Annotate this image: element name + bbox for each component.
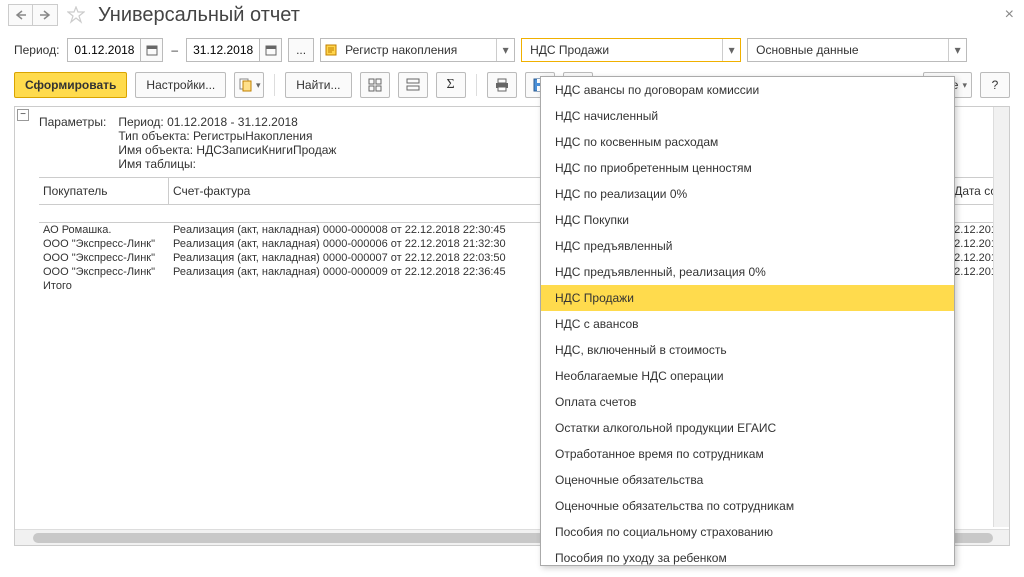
cell-buyer: АО Ромашка. — [39, 223, 169, 237]
object-combo-text: НДС Продажи — [522, 43, 722, 57]
dropdown-item[interactable]: НДС по приобретенным ценностям — [541, 155, 954, 181]
date-from-field[interactable] — [67, 38, 163, 62]
register-combo-drop[interactable]: ▾ — [496, 39, 514, 61]
help-button[interactable]: ? — [980, 72, 1010, 98]
variants-button[interactable]: ▾ — [234, 72, 264, 98]
total-row: Итого — [39, 279, 169, 293]
date-to-field[interactable] — [186, 38, 282, 62]
dropdown-item[interactable]: Оценочные обязательства по сотрудникам — [541, 493, 954, 519]
close-button[interactable]: × — [1005, 6, 1014, 24]
dropdown-item[interactable]: НДС предъявленный, реализация 0% — [541, 259, 954, 285]
expand-icon — [368, 78, 382, 92]
dropdown-item[interactable]: НДС предъявленный — [541, 233, 954, 259]
register-combo-text: Регистр накопления — [341, 43, 496, 57]
params-label: Параметры: — [39, 115, 106, 171]
arrow-left-icon — [15, 10, 27, 20]
object-combo-dropdown: НДС авансы по договорам комиссииНДС начи… — [540, 76, 955, 566]
collapse-groups-button[interactable] — [398, 72, 428, 98]
nav-back-button[interactable] — [8, 4, 33, 26]
collapse-icon — [406, 78, 420, 92]
cell-buyer: ООО "Экспресс-Линк" — [39, 237, 169, 251]
table-combo-drop[interactable]: ▾ — [948, 39, 966, 61]
dropdown-item[interactable]: НДС с авансов — [541, 311, 954, 337]
table-combo-text: Основные данные — [748, 43, 948, 57]
star-icon — [67, 6, 85, 24]
settings-button[interactable]: Настройки... — [135, 72, 226, 98]
dropdown-item[interactable]: Остатки алкогольной продукции ЕГАИС — [541, 415, 954, 441]
arrow-right-icon — [39, 10, 51, 20]
chevron-down-icon: ▾ — [962, 80, 967, 91]
date-to-input[interactable] — [187, 39, 259, 61]
date-to-cal-button[interactable] — [259, 39, 281, 61]
object-combo-drop[interactable]: ▾ — [722, 39, 740, 61]
copy-icon — [238, 78, 254, 92]
period-separator: – — [171, 43, 178, 57]
dropdown-item[interactable]: Отработанное время по сотрудникам — [541, 441, 954, 467]
vertical-scrollbar[interactable] — [993, 107, 1009, 527]
dropdown-item[interactable]: НДС Покупки — [541, 207, 954, 233]
dropdown-item[interactable]: НДС по реализации 0% — [541, 181, 954, 207]
dropdown-item[interactable]: НДС начисленный — [541, 103, 954, 129]
date-from-cal-button[interactable] — [140, 39, 162, 61]
cell-buyer: ООО "Экспресс-Линк" — [39, 265, 169, 279]
calendar-icon — [146, 44, 158, 56]
find-button[interactable]: Найти... — [285, 72, 351, 98]
object-name-combo[interactable]: НДС Продажи ▾ — [521, 38, 741, 62]
dropdown-item[interactable]: Оплата счетов — [541, 389, 954, 415]
expand-groups-button[interactable] — [360, 72, 390, 98]
print-icon — [495, 78, 509, 92]
dropdown-item[interactable]: НДС по косвенным расходам — [541, 129, 954, 155]
sigma-icon: Σ — [446, 77, 454, 93]
register-type-combo[interactable]: Регистр накопления ▾ — [320, 38, 515, 62]
generate-button[interactable]: Сформировать — [14, 72, 127, 98]
dropdown-item[interactable]: Оценочные обязательства — [541, 467, 954, 493]
dropdown-list[interactable]: НДС авансы по договорам комиссииНДС начи… — [541, 77, 954, 565]
favorite-star-button[interactable] — [64, 3, 88, 27]
period-more-button[interactable]: ... — [288, 38, 314, 62]
col-buyer: Покупатель — [39, 178, 169, 204]
sum-button[interactable]: Σ — [436, 72, 466, 98]
period-label: Период: — [14, 43, 59, 57]
dropdown-item[interactable]: Пособия по социальному страхованию — [541, 519, 954, 545]
dropdown-item[interactable]: Необлагаемые НДС операции — [541, 363, 954, 389]
print-button[interactable] — [487, 72, 517, 98]
register-icon — [321, 44, 341, 56]
table-name-combo[interactable]: Основные данные ▾ — [747, 38, 967, 62]
dropdown-item[interactable]: НДС авансы по договорам комиссии — [541, 77, 954, 103]
dropdown-item[interactable]: НДС, включенный в стоимость — [541, 337, 954, 363]
collapse-tree-button[interactable]: − — [17, 109, 29, 121]
calendar-icon — [265, 44, 277, 56]
date-from-input[interactable] — [68, 39, 140, 61]
nav-forward-button[interactable] — [33, 4, 58, 26]
dropdown-item[interactable]: Пособия по уходу за ребенком — [541, 545, 954, 565]
page-title: Универсальный отчет — [98, 4, 300, 27]
dropdown-item[interactable]: НДС Продажи — [541, 285, 954, 311]
params-values: Период: 01.12.2018 - 31.12.2018 Тип объе… — [118, 115, 336, 171]
cell-buyer: ООО "Экспресс-Линк" — [39, 251, 169, 265]
